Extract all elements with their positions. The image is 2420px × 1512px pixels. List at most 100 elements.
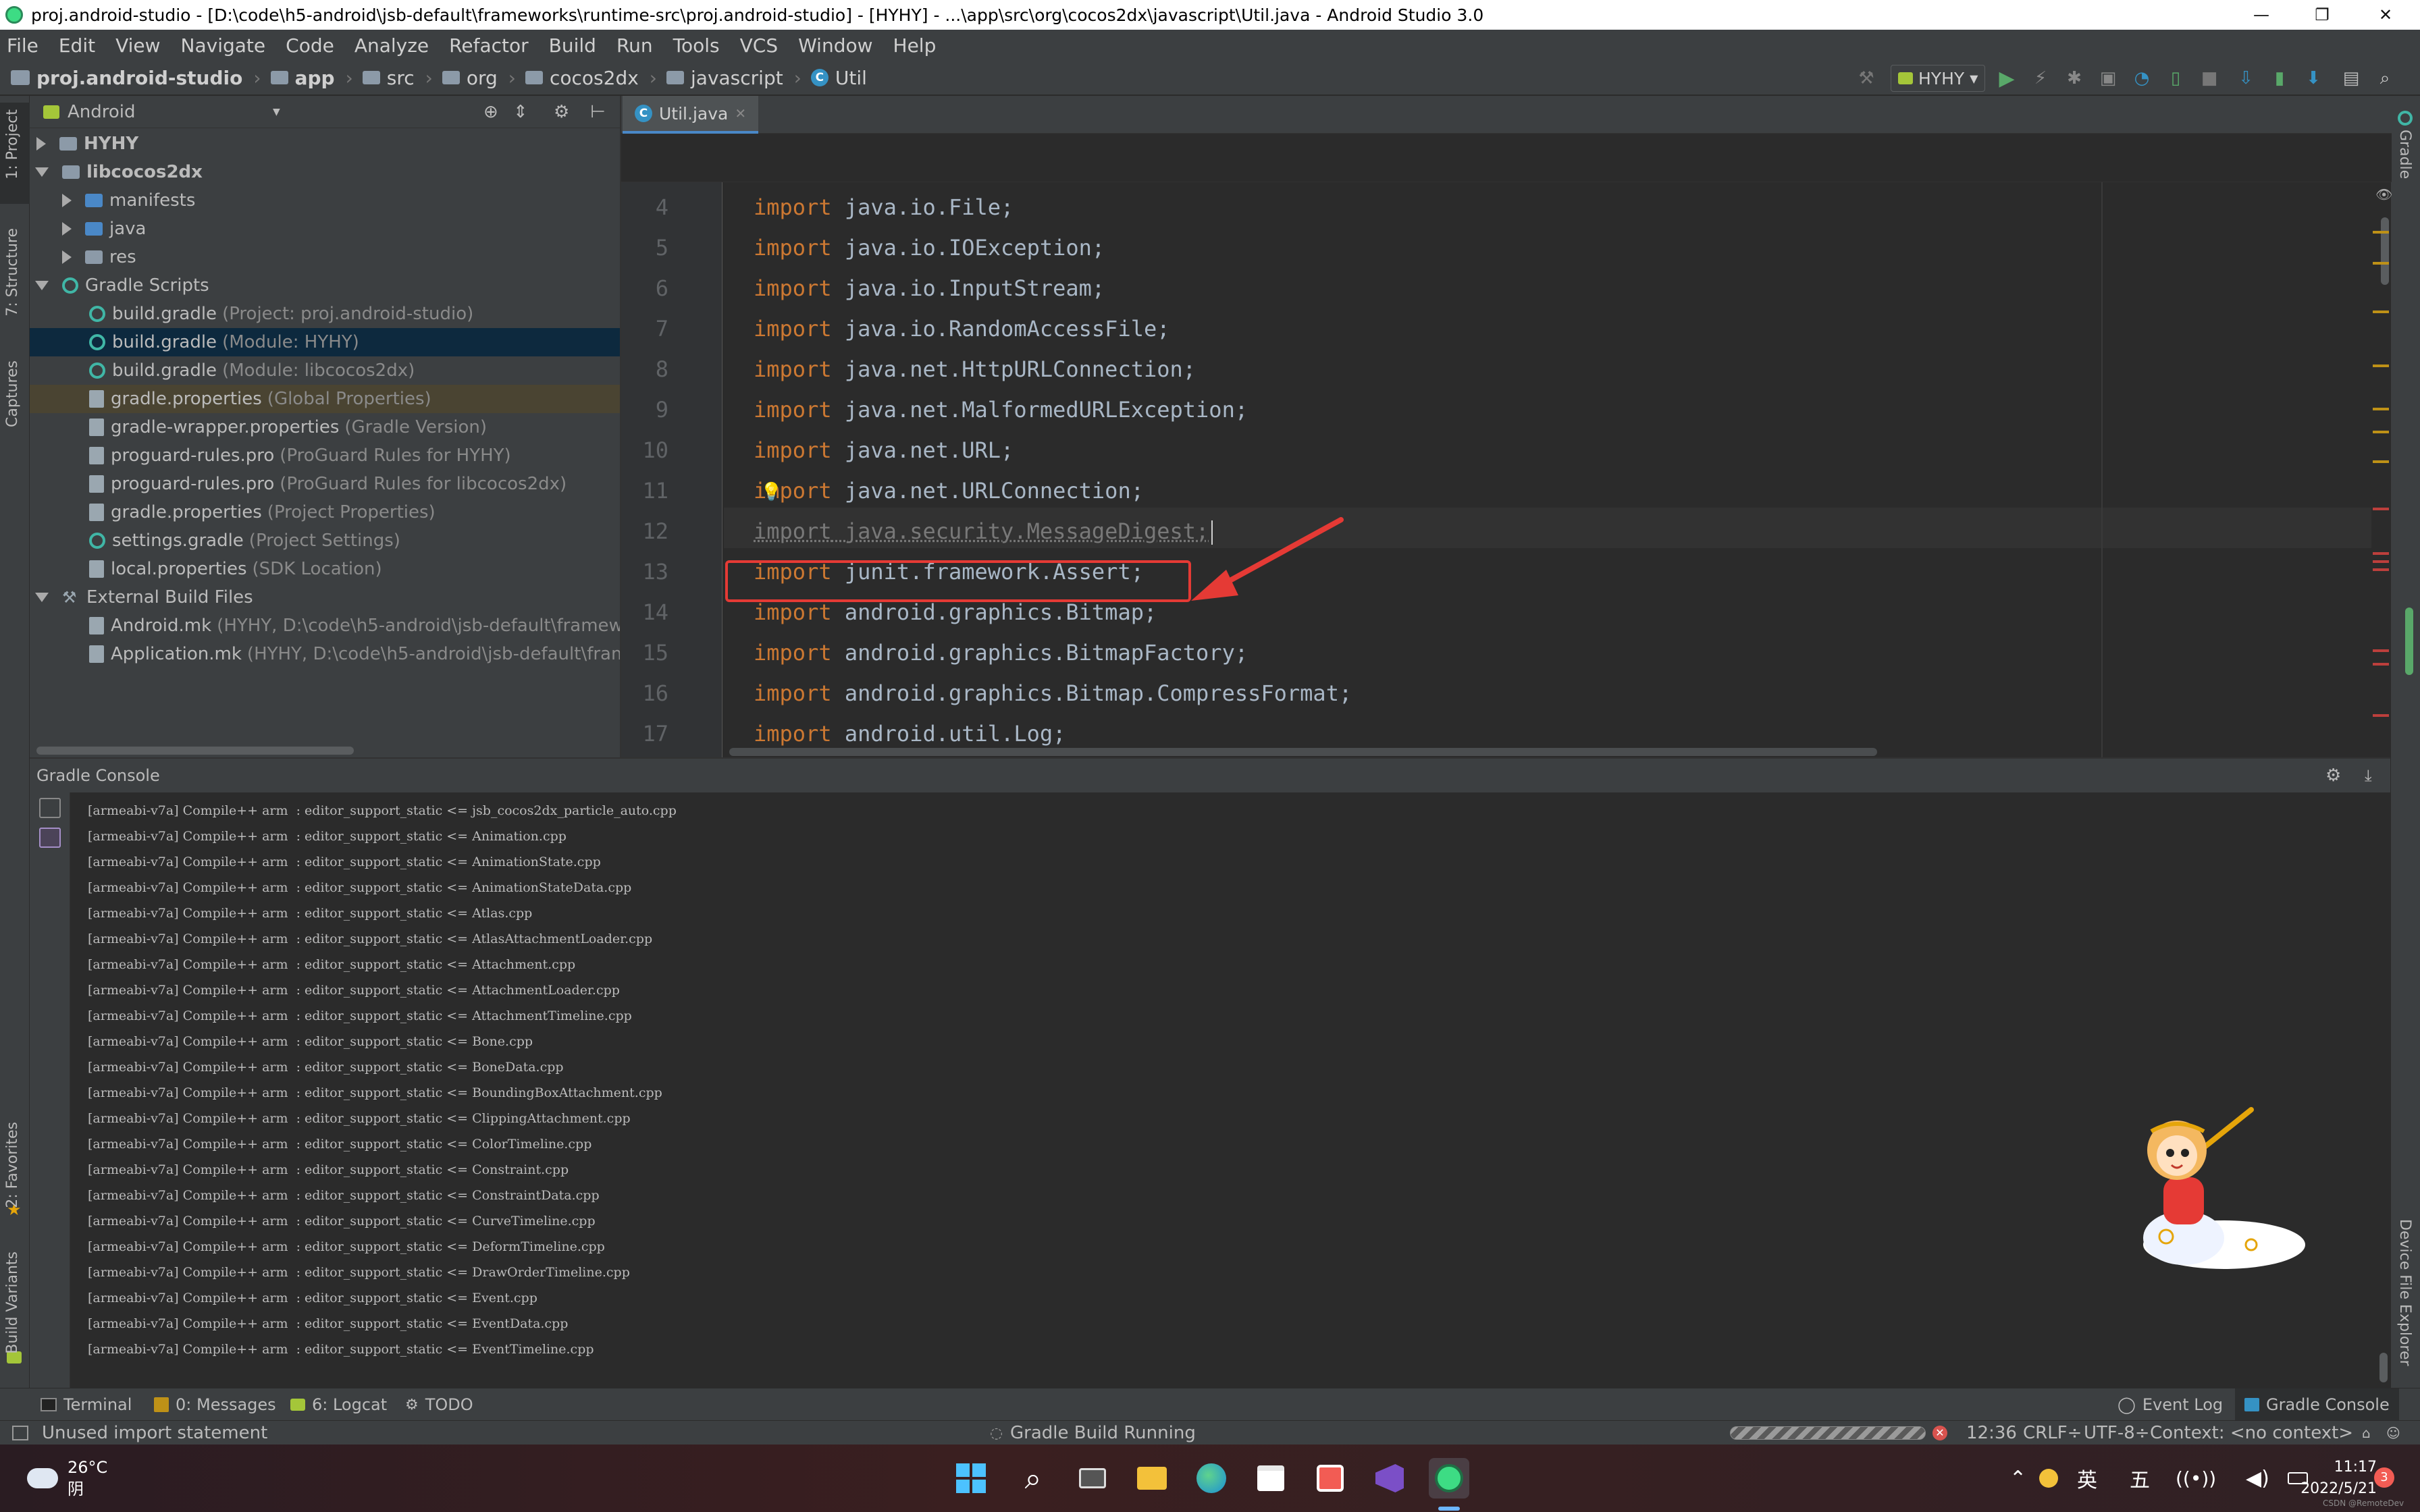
code-line[interactable]: import java.net.HttpURLConnection; <box>754 356 1196 382</box>
project-view-select[interactable]: Android <box>68 102 136 122</box>
project-panel-hscrollbar[interactable] <box>36 747 354 755</box>
file-explorer-icon[interactable] <box>1132 1458 1172 1498</box>
menu-file[interactable]: File <box>7 34 38 57</box>
menu-run[interactable]: Run <box>616 34 653 57</box>
tree-item-gradle-wrapper-properties[interactable]: gradle-wrapper.properties (Gradle Versio… <box>30 413 620 441</box>
code-line[interactable]: import java.net.MalformedURLException; <box>754 397 1248 423</box>
messages-tab[interactable]: 0: Messages <box>154 1388 276 1421</box>
expand-arrow-icon[interactable] <box>36 137 46 151</box>
tree-item-external-build-files[interactable]: ⚒ External Build Files <box>30 583 620 612</box>
context-select[interactable]: Context: <no context> <box>2150 1421 2353 1445</box>
tree-item-libcocos2dx[interactable]: libcocos2dx <box>30 158 620 186</box>
close-button[interactable]: ✕ <box>2357 0 2415 30</box>
gear-icon[interactable]: ⚙ <box>554 102 569 122</box>
logcat-tab[interactable]: 6: Logcat <box>290 1388 387 1421</box>
event-log-tab[interactable]: ◯ Event Log <box>2118 1388 2223 1421</box>
warning-marker[interactable] <box>2373 364 2389 367</box>
tray-app-icon[interactable] <box>2039 1444 2058 1512</box>
crumb-src[interactable]: src › <box>362 67 433 89</box>
error-marker[interactable] <box>2373 560 2389 563</box>
tree-item-android-mk[interactable]: Android.mk (HYHY, D:\code\h5-android\jsb… <box>30 612 620 640</box>
close-tab-icon[interactable]: ✕ <box>735 105 746 122</box>
tree-item-gradle-properties-global[interactable]: gradle.properties (Global Properties) <box>30 385 620 413</box>
caret-position[interactable]: 12:36 <box>1966 1421 2017 1445</box>
tree-item-proguard-libcocos2dx[interactable]: proguard-rules.pro (ProGuard Rules for l… <box>30 470 620 498</box>
apply-changes-icon[interactable]: ⚡ <box>2030 68 2051 89</box>
tree-item-proguard-hyhy[interactable]: proguard-rules.pro (ProGuard Rules for H… <box>30 441 620 470</box>
target-icon[interactable]: ⊕ <box>483 102 498 122</box>
tree-item-java[interactable]: java <box>30 215 620 243</box>
editor-tab-util[interactable]: C Util.java ✕ <box>623 96 759 134</box>
visual-studio-icon[interactable] <box>1369 1458 1410 1498</box>
tree-item-hyhy[interactable]: HYHY <box>30 130 620 158</box>
build-variants-tool-label[interactable]: Build Variants <box>4 1251 21 1354</box>
project-structure-icon[interactable]: ▤ <box>2340 68 2362 89</box>
android-studio-icon[interactable] <box>1429 1458 1469 1498</box>
tree-item-manifests[interactable]: manifests <box>30 186 620 215</box>
crumb-javascript[interactable]: javascript › <box>666 67 801 89</box>
crumb-util[interactable]: C Util <box>810 67 867 89</box>
favorites-tool-label[interactable]: 2: Favorites <box>4 1122 21 1208</box>
attach-debugger-icon[interactable]: ▯ <box>2165 68 2186 89</box>
coverage-icon[interactable]: ▣ <box>2097 68 2119 89</box>
line-gutter[interactable] <box>621 182 722 757</box>
crumb-app[interactable]: app › <box>270 67 353 89</box>
lock-icon[interactable]: ⌂ <box>2362 1421 2371 1445</box>
structure-tool-label[interactable]: 7: Structure <box>4 228 21 317</box>
wifi-icon[interactable]: ((•)) <box>2176 1444 2216 1512</box>
warning-marker[interactable] <box>2373 408 2389 410</box>
code-line[interactable]: import android.graphics.BitmapFactory; <box>754 640 1248 666</box>
inspector-icon[interactable]: ☺ <box>2386 1421 2400 1445</box>
gear-icon[interactable]: ⚙ <box>2325 765 2341 786</box>
error-marker[interactable] <box>2373 714 2389 717</box>
tree-item-build-gradle-libcocos2dx[interactable]: build.gradle (Module: libcocos2dx) <box>30 356 620 385</box>
avd-manager-icon[interactable]: ▮ <box>2269 68 2290 89</box>
tree-item-gradle-scripts[interactable]: Gradle Scripts <box>30 271 620 300</box>
crumb-org[interactable]: org › <box>442 67 516 89</box>
volume-icon[interactable]: ◀) <box>2246 1444 2269 1512</box>
search-icon[interactable]: ⌕ <box>2374 68 2396 89</box>
cancel-task-icon[interactable]: ✕ <box>1932 1421 1947 1445</box>
error-marker[interactable] <box>2373 508 2389 510</box>
console-output[interactable]: [armeabi-v7a] Compile++ arm : editor_sup… <box>70 792 2390 1388</box>
warning-marker[interactable] <box>2373 460 2389 463</box>
run-config-select[interactable]: HYHY ▼ <box>1891 65 1986 92</box>
gradle-console-tab[interactable]: Gradle Console <box>2235 1388 2399 1421</box>
edge-browser-icon[interactable] <box>1191 1458 1232 1498</box>
encoding-select[interactable]: UTF-8÷ <box>2084 1421 2150 1445</box>
expand-arrow-icon[interactable] <box>62 250 72 264</box>
editor-vscrollbar[interactable] <box>2381 217 2389 285</box>
taskbar-search-icon[interactable]: ⌕ <box>1013 1458 1053 1498</box>
tree-item-build-gradle-hyhy[interactable]: build.gradle (Module: HYHY) <box>30 328 620 356</box>
start-button[interactable] <box>951 1458 991 1498</box>
soft-wrap-icon[interactable] <box>39 798 61 818</box>
ime-mode-indicator[interactable]: 五 <box>2130 1444 2150 1512</box>
weather-widget[interactable]: 26°C 阴 <box>27 1454 107 1503</box>
menu-tools[interactable]: Tools <box>673 34 720 57</box>
code-line[interactable]: import java.io.InputStream; <box>754 275 1105 301</box>
todo-tab[interactable]: ⚙ TODO <box>405 1388 473 1421</box>
tree-item-local-properties[interactable]: local.properties (SDK Location) <box>30 555 620 583</box>
menu-navigate[interactable]: Navigate <box>181 34 266 57</box>
menu-vcs[interactable]: VCS <box>740 34 778 57</box>
task-view-icon[interactable] <box>1072 1458 1113 1498</box>
tree-item-gradle-properties-project[interactable]: gradle.properties (Project Properties) <box>30 498 620 526</box>
code-line[interactable]: import java.io.RandomAccessFile; <box>754 316 1170 342</box>
menu-build[interactable]: Build <box>549 34 596 57</box>
error-marker[interactable] <box>2373 552 2389 555</box>
background-task-label[interactable]: Gradle Build Running <box>1010 1421 1196 1445</box>
tree-item-build-gradle-project[interactable]: build.gradle (Project: proj.android-stud… <box>30 300 620 328</box>
show-hidden-icons[interactable]: ⌃ <box>2009 1444 2026 1512</box>
notification-badge[interactable]: 3 <box>2374 1467 2394 1488</box>
snipping-tool-icon[interactable] <box>1310 1458 1350 1498</box>
code-line[interactable]: import java.io.File; <box>754 194 1014 220</box>
lightbulb-icon[interactable]: 💡 <box>760 482 782 502</box>
menu-refactor[interactable]: Refactor <box>449 34 528 57</box>
warning-marker[interactable] <box>2373 262 2389 265</box>
crumb-cocos2dx[interactable]: cocos2dx › <box>525 67 657 89</box>
minimize-button[interactable]: — <box>2232 0 2290 30</box>
menu-window[interactable]: Window <box>798 34 872 57</box>
run-icon[interactable]: ▶ <box>1996 67 2018 90</box>
code-line-unused-import[interactable]: import java.security.MessageDigest; <box>754 518 1213 545</box>
maximize-button[interactable]: ❐ <box>2293 0 2351 30</box>
